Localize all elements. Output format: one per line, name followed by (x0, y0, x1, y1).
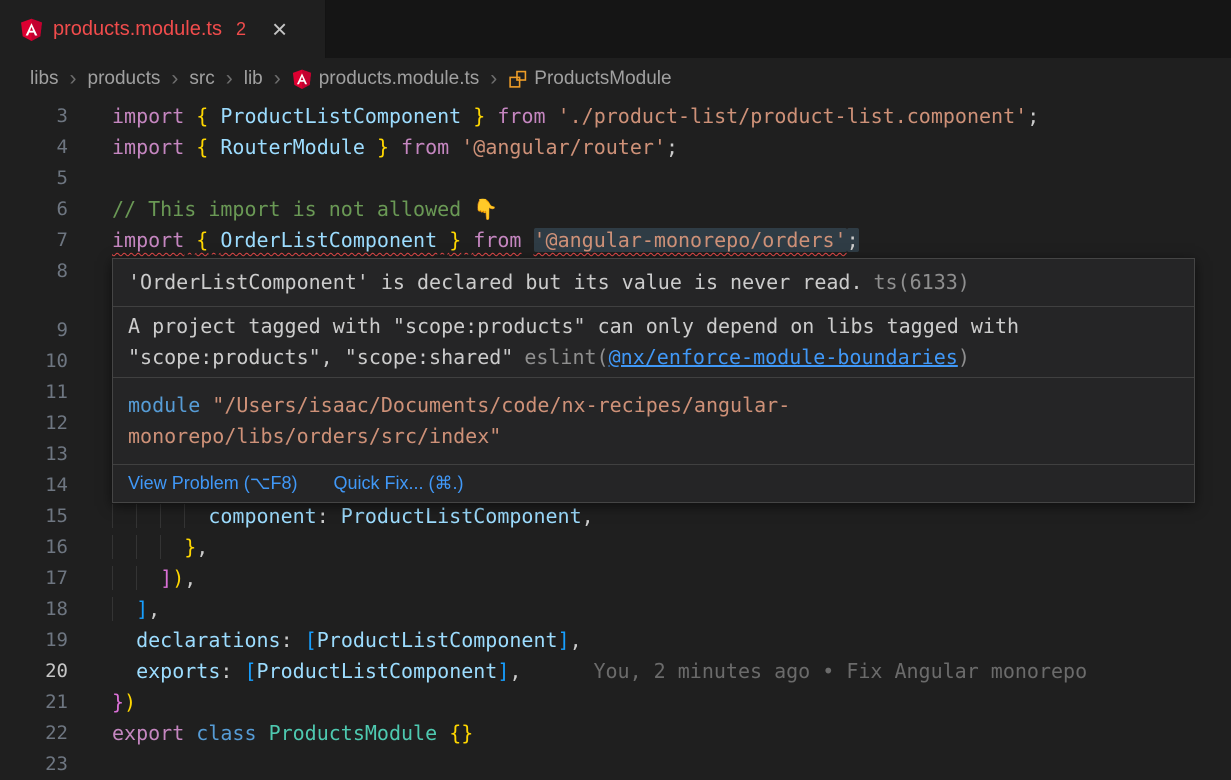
code-text: import { ProductListComponent } from './… (112, 101, 1039, 132)
code-area[interactable]: 3 import { ProductListComponent } from '.… (0, 100, 1231, 780)
quick-fix-action[interactable]: Quick Fix... (⌘.) (333, 471, 463, 496)
eslint-message-line1: A project tagged with "scope:products" c… (128, 314, 1019, 338)
breadcrumb: libs › products › src › lib › products.module.ts… (0, 58, 1231, 100)
vscode-editor-window: products.module.ts 2 × libs › products › src… (0, 0, 1231, 780)
line-number-11[interactable]: 11 (0, 377, 68, 408)
code-text: // This import is not allowed 👇 (112, 194, 498, 225)
code-line-3[interactable]: 3 import { ProductListComponent } from '.… (0, 101, 1231, 132)
breadcrumb-label: products.module.ts (319, 68, 480, 90)
breadcrumb-label: src (189, 68, 214, 90)
line-number-13[interactable]: 13 (0, 439, 68, 470)
breadcrumb-label: libs (30, 68, 59, 90)
line-number-23[interactable]: 23 (0, 749, 68, 780)
breadcrumb-item-productsmodule[interactable]: ProductsModule (508, 68, 671, 90)
breadcrumb-label: products (88, 68, 161, 90)
view-problem-action[interactable]: View Problem (⌥F8) (128, 471, 297, 496)
angular-icon (292, 69, 312, 89)
code-text: import { RouterModule } from '@angular/r… (112, 132, 678, 163)
line-number-21[interactable]: 21 (0, 687, 68, 718)
breadcrumb-item-lib[interactable]: lib (244, 68, 263, 90)
tab-bar: products.module.ts 2 × (0, 0, 1231, 58)
hover-actions: View Problem (⌥F8) Quick Fix... (⌘.) (113, 464, 1194, 502)
line-number-19[interactable]: 19 (0, 625, 68, 656)
breadcrumb-separator: › (226, 69, 233, 89)
code-line-6[interactable]: 6 // This import is not allowed 👇 (0, 194, 1231, 225)
code-line-15[interactable]: 15 component: ProductListComponent, (0, 501, 1231, 532)
line-number-16[interactable]: 16 (0, 532, 68, 563)
line-number-14[interactable]: 14 (0, 470, 68, 501)
code-line-21[interactable]: 21}) (0, 687, 1231, 718)
code-text: exports: [ProductListComponent],You, 2 m… (112, 656, 1087, 687)
breadcrumb-item-src[interactable]: src (189, 68, 214, 90)
code-line-19[interactable]: 19 declarations: [ProductListComponent], (0, 625, 1231, 656)
breadcrumb-label: lib (244, 68, 263, 90)
code-line-18[interactable]: 18 ], (0, 594, 1231, 625)
eslint-source-suffix: ) (958, 345, 970, 369)
line-number-9[interactable]: 9 (0, 315, 68, 346)
line-number-18[interactable]: 18 (0, 594, 68, 625)
module-path-line1: "/Users/isaac/Documents/code/nx-recipes/… (200, 393, 790, 417)
tab-problems-badge: 2 (236, 19, 246, 40)
code-line-16[interactable]: 16 }, (0, 532, 1231, 563)
eslint-source-prefix: eslint( (524, 345, 608, 369)
breadcrumb-item-products-module-ts[interactable]: products.module.ts (292, 68, 480, 90)
code-line-17[interactable]: 17 ]), (0, 563, 1231, 594)
ts-diagnostic-source: ts(6133) (874, 270, 970, 294)
code-line-23[interactable]: 23 (0, 749, 1231, 780)
code-text: ]), (112, 563, 196, 594)
eslint-message-line2: "scope:products", "scope:shared" (128, 345, 513, 369)
code-text: declarations: [ProductListComponent], (112, 625, 582, 656)
breadcrumb-separator: › (70, 69, 77, 89)
code-line-7[interactable]: 7 import { OrderListComponent } from '@an… (0, 225, 1231, 256)
line-number-17[interactable]: 17 (0, 563, 68, 594)
line-number-7[interactable]: 7 (0, 225, 68, 256)
breadcrumb-separator: › (490, 69, 497, 89)
code-text: }, (112, 532, 208, 563)
angular-icon (20, 18, 43, 41)
code-text: ], (112, 594, 160, 625)
code-text: import { OrderListComponent } from '@ang… (112, 225, 859, 256)
breadcrumb-item-libs[interactable]: libs (30, 68, 59, 90)
symbol-class-icon (508, 70, 527, 89)
line-number-5[interactable]: 5 (0, 163, 68, 194)
tab-products-module[interactable]: products.module.ts 2 × (0, 0, 326, 58)
breadcrumb-separator: › (171, 69, 178, 89)
module-path-line2: monorepo/libs/orders/src/index" (128, 424, 501, 448)
module-keyword: module (128, 393, 200, 417)
module-quick-info: module "/Users/isaac/Documents/code/nx-r… (113, 377, 1194, 464)
line-number-6[interactable]: 6 (0, 194, 68, 225)
code-text: }) (112, 687, 136, 718)
line-number-8[interactable]: 8 (0, 256, 68, 287)
tab-close-icon[interactable]: × (272, 16, 287, 42)
code-line-20[interactable]: 20 exports: [ProductListComponent],You, … (0, 656, 1231, 687)
line-number-15[interactable]: 15 (0, 501, 68, 532)
hover-popup: 'OrderListComponent' is declared but its… (112, 258, 1195, 503)
code-line-22[interactable]: 22 export class ProductsModule {} (0, 718, 1231, 749)
git-blame-annotation: You, 2 minutes ago • Fix Angular monorep… (593, 659, 1087, 683)
tab-title: products.module.ts (53, 18, 222, 41)
line-number-22[interactable]: 22 (0, 718, 68, 749)
breadcrumb-item-products[interactable]: products (88, 68, 161, 90)
line-number-12[interactable]: 12 (0, 408, 68, 439)
eslint-diagnostic: A project tagged with "scope:products" c… (113, 306, 1194, 377)
breadcrumb-separator: › (274, 69, 281, 89)
line-number-4[interactable]: 4 (0, 132, 68, 163)
code-text: export class ProductsModule {} (112, 718, 473, 749)
code-line-5[interactable]: 5 (0, 163, 1231, 194)
ts-diagnostic: 'OrderListComponent' is declared but its… (113, 259, 1194, 306)
eslint-rule-link[interactable]: @nx/enforce-module-boundaries (609, 345, 958, 369)
code-text: component: ProductListComponent, (112, 501, 594, 532)
breadcrumb-label: ProductsModule (534, 68, 671, 90)
line-number-3[interactable]: 3 (0, 101, 68, 132)
ts-diagnostic-message: 'OrderListComponent' is declared but its… (128, 270, 863, 294)
code-line-4[interactable]: 4 import { RouterModule } from '@angular/… (0, 132, 1231, 163)
line-number-20[interactable]: 20 (0, 656, 68, 687)
eslint-source: eslint(@nx/enforce-module-boundaries) (524, 345, 970, 369)
line-number-10[interactable]: 10 (0, 346, 68, 377)
